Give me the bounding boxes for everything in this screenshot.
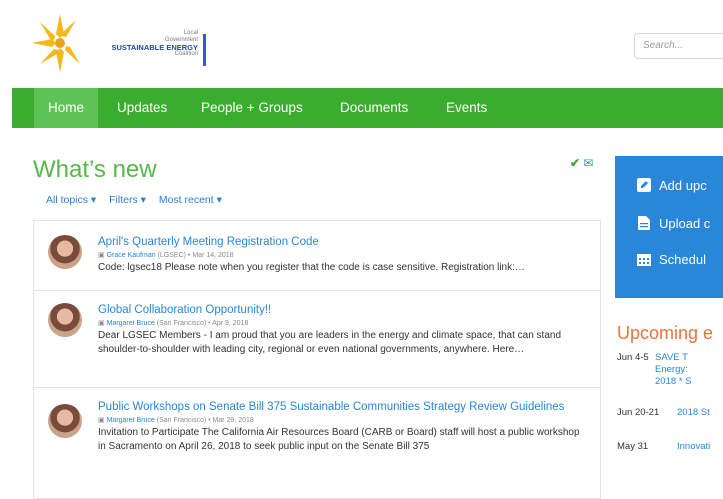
main-navigation: Home Updates People + Groups Documents E… xyxy=(12,88,723,128)
avatar[interactable] xyxy=(48,303,82,337)
edit-icon xyxy=(637,178,651,192)
author-link[interactable]: Grace Kaufman xyxy=(107,252,156,259)
item-date: • Mar 29, 2018 xyxy=(208,417,254,424)
nav-documents[interactable]: Documents xyxy=(326,88,422,128)
event-title-link[interactable]: SAVE T Energy: 2018 * S xyxy=(655,352,691,388)
header: Local Government SUSTAINABLE ENERGY Coal… xyxy=(0,0,723,86)
item-title-link[interactable]: Global Collaboration Opportunity!! xyxy=(98,303,588,318)
list-item: Global Collaboration Opportunity!! ▣ Mar… xyxy=(33,290,601,387)
item-body: Public Workshops on Senate Bill 375 Sust… xyxy=(98,388,600,454)
schedule-event-button[interactable]: Schedul xyxy=(637,252,706,267)
list-item: April's Quarterly Meeting Registration C… xyxy=(33,220,601,290)
add-update-button[interactable]: Add upc xyxy=(637,178,707,193)
sun-logo-icon xyxy=(32,14,80,72)
all-topics-dropdown[interactable]: All topics ▾ xyxy=(46,194,96,206)
author-org: (San Francisco) xyxy=(156,320,207,327)
author-org: (LGSEC) xyxy=(157,252,186,259)
item-meta: ▣ Margaret Bruce (San Francisco) • Mar 2… xyxy=(98,415,588,426)
event-title-link[interactable]: 2018 St xyxy=(677,407,710,419)
action-label: Upload c xyxy=(659,216,711,231)
item-date: • Mar 14, 2018 xyxy=(187,252,234,259)
event-title-line: Energy: xyxy=(655,364,688,375)
event-title-line: 2018 * S xyxy=(655,376,692,387)
list-item: Public Workshops on Senate Bill 375 Sust… xyxy=(33,387,601,499)
event-item: May 31 Innovati xyxy=(617,441,710,453)
filters-dropdown[interactable]: Filters ▾ xyxy=(109,194,146,206)
author-org: (San Francisco) xyxy=(156,417,207,424)
author-link[interactable]: Margaret Bruce xyxy=(107,417,155,424)
avatar[interactable] xyxy=(48,235,82,269)
item-title-link[interactable]: Public Workshops on Senate Bill 375 Sust… xyxy=(98,400,588,415)
item-meta: ▣ Margaret Bruce (San Francisco) • Apr 9… xyxy=(98,318,588,329)
sort-dropdown[interactable]: Most recent ▾ xyxy=(159,194,222,206)
logo-divider xyxy=(203,34,206,66)
nav-home[interactable]: Home xyxy=(34,88,99,128)
document-icon: ▣ xyxy=(98,417,105,424)
avatar[interactable] xyxy=(48,404,82,438)
event-date: Jun 4-5 xyxy=(617,352,649,363)
search-input[interactable]: Search... xyxy=(634,33,723,59)
title-actions: ✔ ✉ xyxy=(570,156,593,170)
activity-feed: April's Quarterly Meeting Registration C… xyxy=(33,220,601,499)
nav-people-groups[interactable]: People + Groups xyxy=(187,88,317,128)
logo-text: Local Government SUSTAINABLE ENERGY Coal… xyxy=(90,30,198,58)
event-item: Jun 20-21 2018 St xyxy=(617,407,710,419)
item-meta: ▣ Grace Kaufman (LGSEC) • Mar 14, 2018 xyxy=(98,250,588,261)
logo-line: Coalition xyxy=(174,51,198,57)
author-link[interactable]: Margaret Bruce xyxy=(107,320,155,327)
item-excerpt: Dear LGSEC Members - I am proud that you… xyxy=(98,330,562,355)
quick-actions-panel: Add upc Upload c Schedul xyxy=(615,156,723,298)
upload-document-button[interactable]: Upload c xyxy=(637,216,710,231)
event-item: Jun 4-5 SAVE T Energy: 2018 * S xyxy=(617,352,691,388)
logo-line: Local xyxy=(183,30,198,36)
event-date: May 31 xyxy=(617,441,649,452)
document-icon: ▣ xyxy=(98,320,105,327)
event-title-line: SAVE T xyxy=(655,352,688,363)
filter-bar: All topics ▾ Filters ▾ Most recent ▾ xyxy=(46,194,232,206)
item-excerpt: Code: lgsec18 Please note when you regis… xyxy=(98,262,525,273)
event-date: Jun 20-21 xyxy=(617,407,660,418)
upcoming-events-title: Upcoming e xyxy=(617,323,714,343)
document-icon: ▣ xyxy=(98,252,105,259)
logo-line: SUSTAINABLE ENERGY xyxy=(111,43,198,52)
calendar-icon xyxy=(637,254,651,266)
page-title: What’s new xyxy=(33,156,157,183)
site-logo[interactable]: Local Government SUSTAINABLE ENERGY Coal… xyxy=(30,12,206,74)
file-icon xyxy=(638,216,650,230)
item-body: Global Collaboration Opportunity!! ▣ Mar… xyxy=(98,291,600,357)
nav-events[interactable]: Events xyxy=(432,88,501,128)
item-excerpt: Invitation to Participate The California… xyxy=(98,427,580,452)
envelope-icon[interactable]: ✉ xyxy=(583,156,593,170)
item-body: April's Quarterly Meeting Registration C… xyxy=(98,221,600,275)
nav-updates[interactable]: Updates xyxy=(103,88,181,128)
action-label: Add upc xyxy=(659,178,707,193)
event-title-link[interactable]: Innovati xyxy=(677,441,710,453)
action-label: Schedul xyxy=(659,252,706,267)
item-title-link[interactable]: April's Quarterly Meeting Registration C… xyxy=(98,235,588,250)
check-icon[interactable]: ✔ xyxy=(570,156,580,170)
item-date: • Apr 9, 2018 xyxy=(208,320,249,327)
